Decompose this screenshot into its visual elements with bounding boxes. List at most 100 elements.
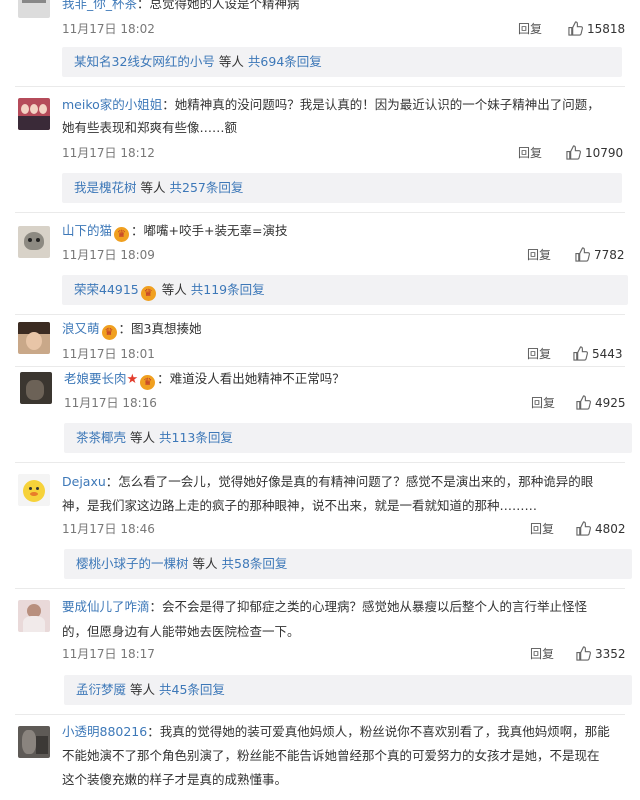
- like-button[interactable]: 15818: [568, 21, 625, 37]
- sub-reply-connector: 等人: [192, 556, 218, 571]
- sub-replies[interactable]: 孟衍梦魇 等人 共45条回复: [64, 675, 632, 705]
- avatar[interactable]: [18, 600, 50, 632]
- reply-count-link[interactable]: 共119条回复: [191, 282, 265, 297]
- member-badge-icon: ♛: [101, 325, 117, 340]
- sub-reply-user[interactable]: 樱桃小球子的一棵树: [76, 556, 189, 571]
- divider: [15, 86, 625, 87]
- username-link[interactable]: 我非_你_杯茶: [62, 0, 137, 11]
- thumbs-up-icon: [575, 247, 590, 262]
- timestamp: 11月17日 18:17: [62, 647, 155, 661]
- member-badge-icon: ♛: [140, 375, 156, 390]
- comment-text: 难道没人看出她精神不正常吗？: [169, 371, 345, 386]
- avatar[interactable]: [18, 226, 50, 258]
- reply-button[interactable]: 回复: [530, 521, 554, 537]
- separator: ：: [162, 97, 175, 112]
- timestamp: 11月17日 18:12: [62, 146, 155, 160]
- comment-text: 会不会是得了抑郁症之类的心理病？感觉她从暴瘦以后整个人的言行举止怪怪: [162, 599, 588, 614]
- thumbs-up-icon: [576, 646, 591, 661]
- member-badge-icon: ♛: [114, 227, 130, 242]
- like-button[interactable]: 4802: [576, 521, 626, 537]
- like-button[interactable]: 7782: [575, 247, 625, 263]
- avatar[interactable]: [18, 0, 50, 18]
- username-link[interactable]: 山下的猫: [62, 223, 112, 238]
- member-badge-icon: ♛: [140, 286, 156, 301]
- username-link[interactable]: Dejaxu: [62, 474, 106, 489]
- username-link[interactable]: 要成仙儿了咋滴: [62, 599, 150, 614]
- separator: ：: [147, 724, 160, 739]
- reply-button[interactable]: 回复: [527, 346, 551, 362]
- timestamp: 11月17日 18:01: [62, 347, 155, 361]
- username-link[interactable]: meiko家的小姐姐: [62, 97, 162, 112]
- sub-reply-connector: 等人: [140, 180, 166, 195]
- sub-replies[interactable]: 某知名32线女网红的小号 等人 共694条回复: [62, 47, 622, 77]
- like-button[interactable]: 3352: [576, 646, 626, 662]
- avatar[interactable]: [18, 726, 50, 758]
- reply-count-link[interactable]: 共58条回复: [222, 556, 288, 571]
- avatar[interactable]: [18, 98, 50, 130]
- separator: ：: [118, 321, 132, 336]
- reply-count-link[interactable]: 共113条回复: [159, 430, 233, 445]
- comment-text-continued: 她有些表现和郑爽有些像……额: [62, 120, 238, 135]
- like-count: 15818: [587, 22, 626, 36]
- divider: [15, 366, 625, 367]
- timestamp: 11月17日 18:46: [62, 522, 155, 536]
- sub-reply-connector: 等人: [161, 282, 187, 297]
- comment-text-continued: 神，是我们家这边路上走的疯子的那种眼神，说不出来，就是一看就知道的那种………: [62, 498, 538, 513]
- sub-reply-user[interactable]: 孟衍梦魇: [76, 682, 126, 697]
- separator: ：: [105, 474, 119, 489]
- reply-count-link[interactable]: 共257条回复: [170, 180, 244, 195]
- reply-count-link[interactable]: 共694条回复: [248, 54, 322, 69]
- avatar[interactable]: [18, 474, 50, 506]
- sub-reply-user[interactable]: 茶茶椰壳: [76, 430, 126, 445]
- username-link[interactable]: 老娘要长肉: [64, 371, 127, 386]
- sub-replies[interactable]: 我是槐花树 等人 共257条回复: [62, 173, 622, 203]
- sub-reply-user[interactable]: 荣荣44915: [74, 282, 139, 297]
- reply-button[interactable]: 回复: [518, 145, 542, 161]
- comment-text: 嘟嘴+咬手+装无辜=演技: [143, 223, 288, 238]
- like-button[interactable]: 5443: [573, 346, 623, 362]
- username-link[interactable]: 小透明880216: [62, 724, 147, 739]
- sub-reply-connector: 等人: [130, 430, 156, 445]
- sub-replies[interactable]: 茶茶椰壳 等人 共113条回复: [64, 423, 632, 453]
- like-count: 10790: [585, 146, 624, 160]
- comment-text: 总觉得她的人设是个精神病: [149, 0, 300, 11]
- sub-reply-user[interactable]: 某知名32线女网红的小号: [74, 54, 215, 69]
- comment-text: 怎么看了一会儿，觉得她好像是真的有精神问题了？感觉不是演出来的，那种诡异的眼: [118, 474, 594, 489]
- thumbs-up-icon: [576, 395, 591, 410]
- separator: ：: [131, 223, 144, 238]
- comment-text-continued: 的，但愿身边有人能带她去医院检查一下。: [62, 624, 300, 639]
- like-button[interactable]: 4925: [576, 395, 626, 411]
- username-link[interactable]: 浪又萌: [62, 321, 100, 336]
- thumbs-up-icon: [576, 521, 591, 536]
- thumbs-up-icon: [573, 346, 588, 361]
- timestamp: 11月17日 18:16: [64, 396, 157, 410]
- comment-text: 图3真想揍她: [131, 321, 202, 336]
- separator: ：: [157, 371, 170, 386]
- sub-reply-connector: 等人: [130, 682, 156, 697]
- like-count: 5443: [592, 347, 623, 361]
- sub-replies[interactable]: 荣荣44915 ♛ 等人 共119条回复: [62, 275, 628, 305]
- like-count: 7782: [594, 248, 625, 262]
- like-count: 4802: [595, 522, 626, 536]
- timestamp: 11月17日 18:09: [62, 248, 155, 262]
- thumbs-up-icon: [566, 145, 581, 160]
- star-icon: ★: [126, 372, 139, 387]
- comment-text-continued: 不能她演不了那个角色别演了，粉丝能不能告诉她曾经那个真的可爱努力的女孩才是她，不…: [62, 748, 600, 763]
- reply-button[interactable]: 回复: [527, 247, 551, 263]
- separator: ：: [137, 0, 150, 11]
- comment-text: 她精神真的没问题吗？我是认真的！因为最近认识的一个妹子精神出了问题，: [174, 97, 600, 112]
- sub-reply-user[interactable]: 我是槐花树: [74, 180, 137, 195]
- thumbs-up-icon: [568, 21, 583, 36]
- avatar[interactable]: [18, 322, 50, 354]
- like-button[interactable]: 10790: [566, 145, 623, 161]
- divider: [15, 462, 625, 463]
- reply-button[interactable]: 回复: [531, 395, 555, 411]
- reply-button[interactable]: 回复: [518, 21, 542, 37]
- timestamp: 11月17日 18:02: [62, 22, 155, 36]
- reply-button[interactable]: 回复: [530, 646, 554, 662]
- reply-count-link[interactable]: 共45条回复: [159, 682, 225, 697]
- like-count: 4925: [595, 396, 626, 410]
- avatar[interactable]: [20, 372, 52, 404]
- sub-replies[interactable]: 樱桃小球子的一棵树 等人 共58条回复: [64, 549, 632, 579]
- sub-reply-connector: 等人: [218, 54, 244, 69]
